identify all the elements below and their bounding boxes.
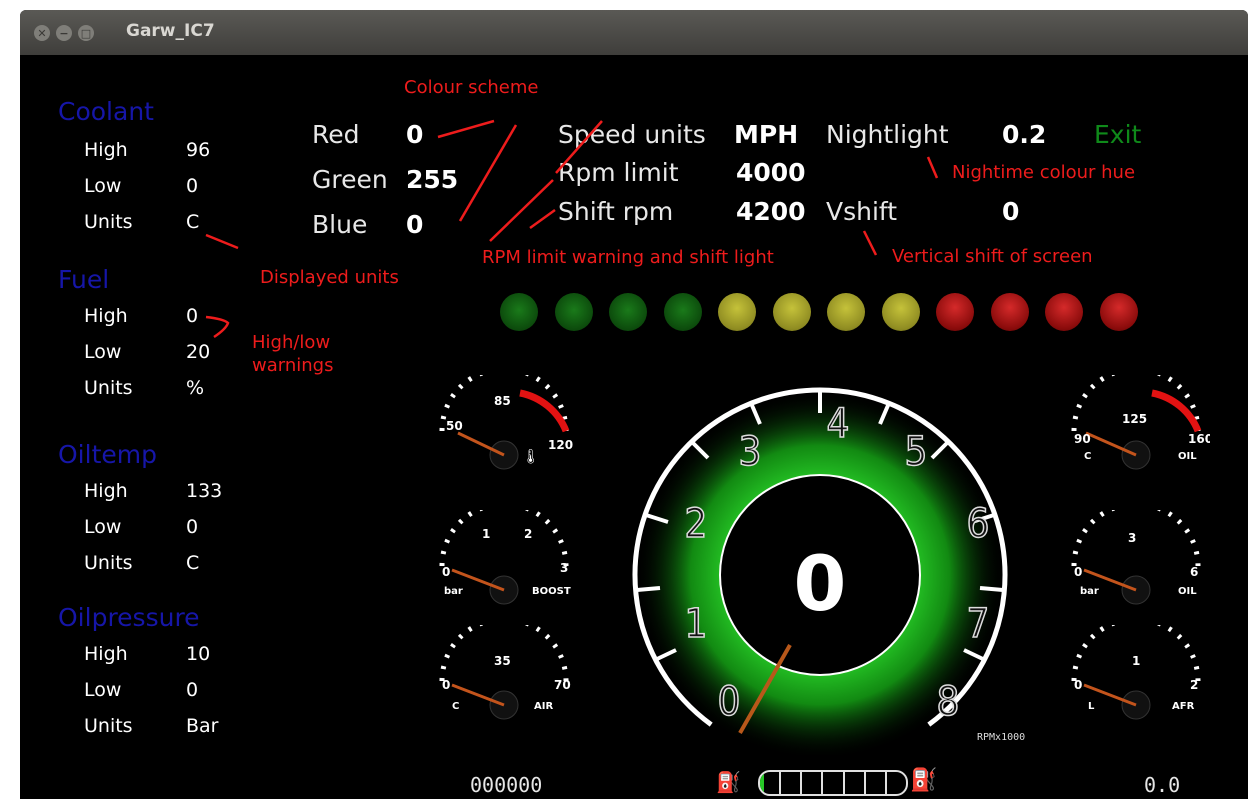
pointer-shift-rpm: [529, 208, 556, 230]
pointer-high-low: [205, 315, 230, 339]
fuel-level-cell: [866, 772, 887, 794]
tach-number: 0: [718, 679, 741, 725]
air-gauge-mid: 35: [494, 654, 511, 668]
oil-pressure-gauge-max: 6: [1190, 565, 1198, 579]
air-gauge-name: AIR: [534, 701, 553, 712]
air-gauge: 0 35 70 C AIR: [439, 625, 571, 720]
app-window: ✕ − □ Garw_IC7 Coolant High 96 Low 0 Uni…: [20, 10, 1248, 799]
fuel-pump-icon: ⛽: [716, 770, 741, 794]
afr-gauge: 0 1 2 L AFR: [1071, 625, 1201, 720]
oil-temp-gauge-unit: C: [1084, 451, 1091, 462]
oil-temp-gauge-name: OIL: [1178, 451, 1197, 462]
pointer-nightime: [926, 156, 939, 179]
close-window-button[interactable]: ✕: [34, 25, 50, 41]
pointer-colour-speed: [555, 120, 603, 174]
air-gauge-max: 70: [554, 678, 571, 692]
fuel-level-cell: [781, 772, 803, 794]
oil-pressure-gauge: 0 3 6 bar OIL: [1071, 510, 1201, 605]
shift-light: [1045, 293, 1083, 331]
boost-gauge-min: 0: [442, 565, 450, 579]
shift-light: [991, 293, 1029, 331]
pointer-vshift: [862, 230, 878, 256]
tach-value: 0: [794, 539, 847, 628]
fuel-level-cell: [887, 772, 906, 794]
window-title: Garw_IC7: [126, 21, 215, 41]
shift-light: [664, 293, 702, 331]
coolant-gauge: 50 85 120 🌡: [439, 375, 573, 470]
afr-gauge-mid: 1: [1132, 654, 1140, 668]
tach-number: 8: [937, 679, 960, 725]
oil-temp-gauge: 90 125 160 C OIL: [1071, 375, 1210, 470]
pointer-rpm-limit: [489, 179, 554, 242]
tachometer: 0 1 2 3 4 5 6 7 8 0 RPMx1000: [632, 387, 1025, 755]
dashboard: Coolant High 96 Low 0 Units C Fuel High …: [20, 55, 1248, 799]
boost-gauge-unit: bar: [444, 586, 463, 597]
tach-number: 2: [685, 501, 708, 547]
fuel-level-cell: [845, 772, 866, 794]
oil-pressure-gauge-unit: bar: [1080, 586, 1099, 597]
shift-light: [827, 293, 865, 331]
trip-meter: 0.0: [1144, 773, 1181, 797]
shift-light: [609, 293, 647, 331]
boost-gauge-mid: 1: [482, 527, 490, 541]
oil-temp-gauge-mid: 125: [1122, 412, 1147, 426]
fuel-level-bar: [758, 770, 908, 796]
shift-light: [500, 293, 538, 331]
afr-gauge-min: 0: [1074, 678, 1082, 692]
fuel-level-cell: [802, 772, 824, 794]
oil-pressure-gauge-min: 0: [1074, 565, 1082, 579]
boost-gauge-max: 3: [560, 561, 568, 575]
coolant-gauge-max: 120: [548, 438, 573, 452]
tach-number: 1: [685, 601, 708, 647]
pointer-colour-blue: [458, 124, 518, 222]
tach-number: 6: [967, 501, 990, 547]
tach-number: 7: [967, 601, 990, 647]
fuel-level-cell: [823, 772, 845, 794]
odometer: 000000: [470, 773, 543, 797]
minimize-window-button[interactable]: −: [56, 25, 72, 41]
shift-light: [773, 293, 811, 331]
oil-pressure-gauge-name: OIL: [1178, 586, 1197, 597]
shift-light: [1100, 293, 1138, 331]
shift-light: [555, 293, 593, 331]
shift-light: [882, 293, 920, 331]
fuel-warning-icon: ⛽: [910, 768, 938, 793]
afr-gauge-unit: L: [1088, 701, 1095, 712]
coolant-gauge-min: 50: [446, 419, 463, 433]
maximize-window-button[interactable]: □: [78, 25, 94, 41]
pointer-colour-red: [437, 119, 495, 139]
shift-light: [718, 293, 756, 331]
coolant-temp-icon: 🌡: [522, 449, 540, 465]
tach-unit-label: RPMx1000: [977, 732, 1025, 743]
boost-gauge: 0 1 2 3 bar BOOST: [439, 510, 571, 605]
afr-gauge-name: AFR: [1172, 701, 1195, 712]
tach-number: 3: [739, 429, 762, 475]
fuel-level-cell: [760, 772, 782, 794]
oil-temp-gauge-min: 90: [1074, 432, 1091, 446]
air-gauge-min: 0: [442, 678, 450, 692]
boost-gauge-name: BOOST: [532, 586, 571, 597]
pointer-displayed-units: [205, 233, 239, 250]
tach-number: 4: [827, 401, 850, 447]
boost-gauge-mid2: 2: [524, 527, 532, 541]
oil-pressure-gauge-mid: 3: [1128, 531, 1136, 545]
shift-light: [936, 293, 974, 331]
air-gauge-unit: C: [452, 701, 459, 712]
coolant-gauge-mid: 85: [494, 394, 511, 408]
oil-temp-gauge-max: 160: [1188, 432, 1210, 446]
title-bar: ✕ − □ Garw_IC7: [20, 10, 1248, 55]
tach-number: 5: [905, 429, 928, 475]
afr-gauge-max: 2: [1190, 678, 1198, 692]
